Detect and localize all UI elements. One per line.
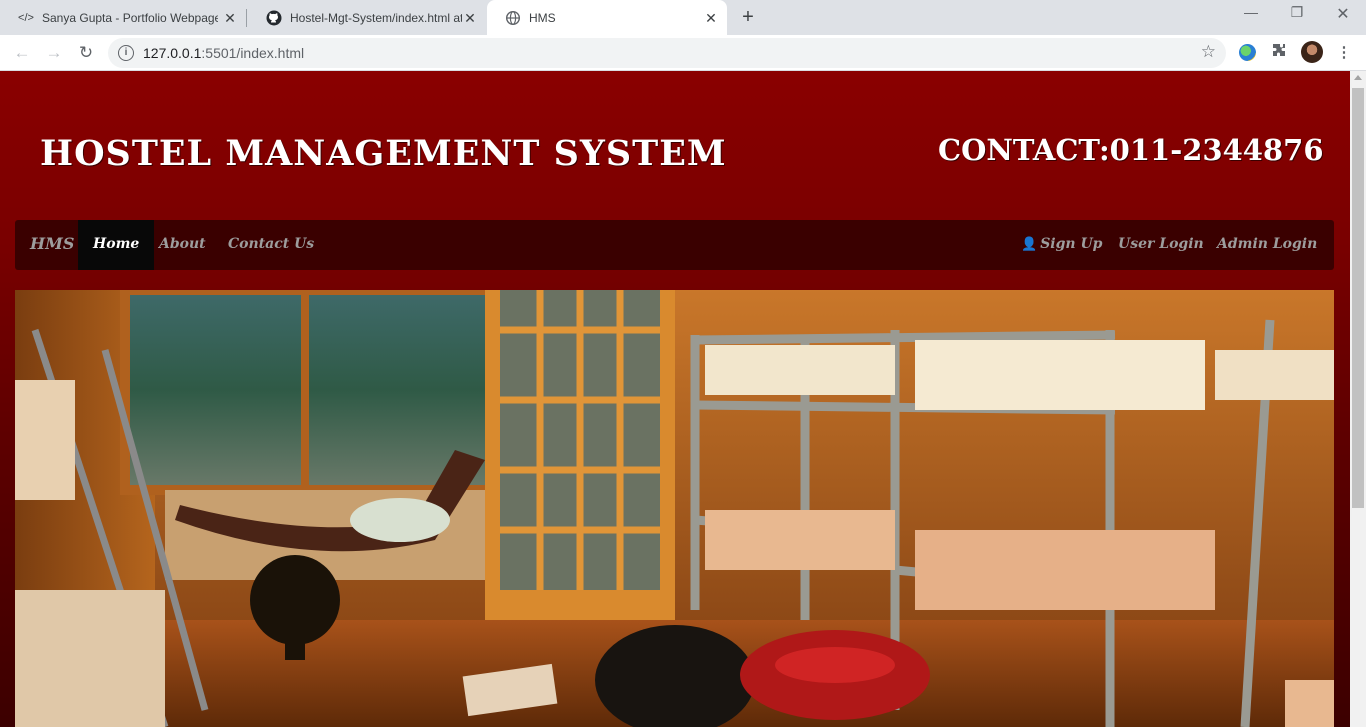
scroll-up-arrow-icon[interactable]: [1354, 75, 1362, 80]
hostel-room-illustration: [15, 290, 1334, 727]
bookmark-star-icon[interactable]: ☆: [1201, 42, 1216, 62]
github-icon: [266, 10, 282, 26]
code-icon: </>: [18, 11, 34, 24]
scroll-thumb[interactable]: [1352, 88, 1364, 508]
tab-hms[interactable]: HMS ✕: [487, 0, 727, 35]
site-info-icon[interactable]: i: [118, 45, 134, 61]
main-navbar: HMS Home About Contact Us 👤 Sign Up User …: [15, 220, 1334, 270]
nav-user-login-link[interactable]: User Login: [1118, 220, 1204, 270]
restore-icon[interactable]: ❐: [1274, 4, 1320, 26]
hostel-room-photo: [15, 290, 1334, 727]
browser-tab-strip: </> Sanya Gupta - Portfolio Webpage ✕ Ho…: [0, 0, 1366, 35]
tab-title: Sanya Gupta - Portfolio Webpage: [42, 10, 218, 25]
nav-home-link[interactable]: Home: [78, 220, 155, 270]
address-url: 127.0.0.1:5501/index.html: [143, 45, 305, 61]
nav-about-link[interactable]: About: [159, 220, 206, 270]
globe-icon: [505, 10, 521, 26]
user-icon: 👤: [1021, 237, 1038, 252]
close-tab-icon[interactable]: ✕: [222, 10, 238, 26]
page-viewport: HOSTEL MANAGEMENT SYSTEM CONTACT:011-234…: [0, 71, 1350, 727]
address-bar[interactable]: i 127.0.0.1:5501/index.html ☆: [108, 38, 1226, 68]
tab-title: Hostel-Mgt-System/index.html at: [290, 10, 462, 25]
profile-avatar[interactable]: [1301, 41, 1323, 63]
browser-toolbar: ← → ↻ i 127.0.0.1:5501/index.html ☆ ⋮: [0, 35, 1366, 71]
nav-brand-link[interactable]: HMS: [30, 220, 74, 270]
tab-separator: [246, 9, 247, 27]
nav-signup-link[interactable]: 👤 Sign Up: [1021, 220, 1102, 270]
tab-title: HMS: [529, 10, 556, 25]
contact-number: CONTACT:011-2344876: [938, 133, 1324, 167]
extensions-puzzle-icon[interactable]: [1268, 42, 1290, 64]
nav-admin-login-link[interactable]: Admin Login: [1217, 220, 1317, 270]
tab-portfolio[interactable]: </> Sanya Gupta - Portfolio Webpage ✕: [0, 0, 246, 35]
site-title: HOSTEL MANAGEMENT SYSTEM: [40, 133, 727, 174]
tab-github[interactable]: Hostel-Mgt-System/index.html at ✕: [248, 0, 486, 35]
minimize-icon[interactable]: —: [1228, 4, 1274, 26]
page-scrollbar[interactable]: [1350, 71, 1366, 727]
forward-icon[interactable]: →: [41, 40, 67, 66]
nav-contact-link[interactable]: Contact Us: [228, 220, 314, 270]
reload-icon[interactable]: ↻: [73, 40, 99, 66]
close-tab-icon[interactable]: ✕: [703, 10, 719, 26]
extension-globe-icon[interactable]: [1239, 44, 1256, 61]
close-window-icon[interactable]: ✕: [1320, 4, 1366, 26]
back-icon[interactable]: ←: [9, 40, 35, 66]
menu-kebab-icon[interactable]: ⋮: [1333, 42, 1355, 64]
signup-label: Sign Up: [1040, 236, 1103, 252]
new-tab-button[interactable]: +: [736, 6, 760, 30]
close-tab-icon[interactable]: ✕: [462, 10, 478, 26]
